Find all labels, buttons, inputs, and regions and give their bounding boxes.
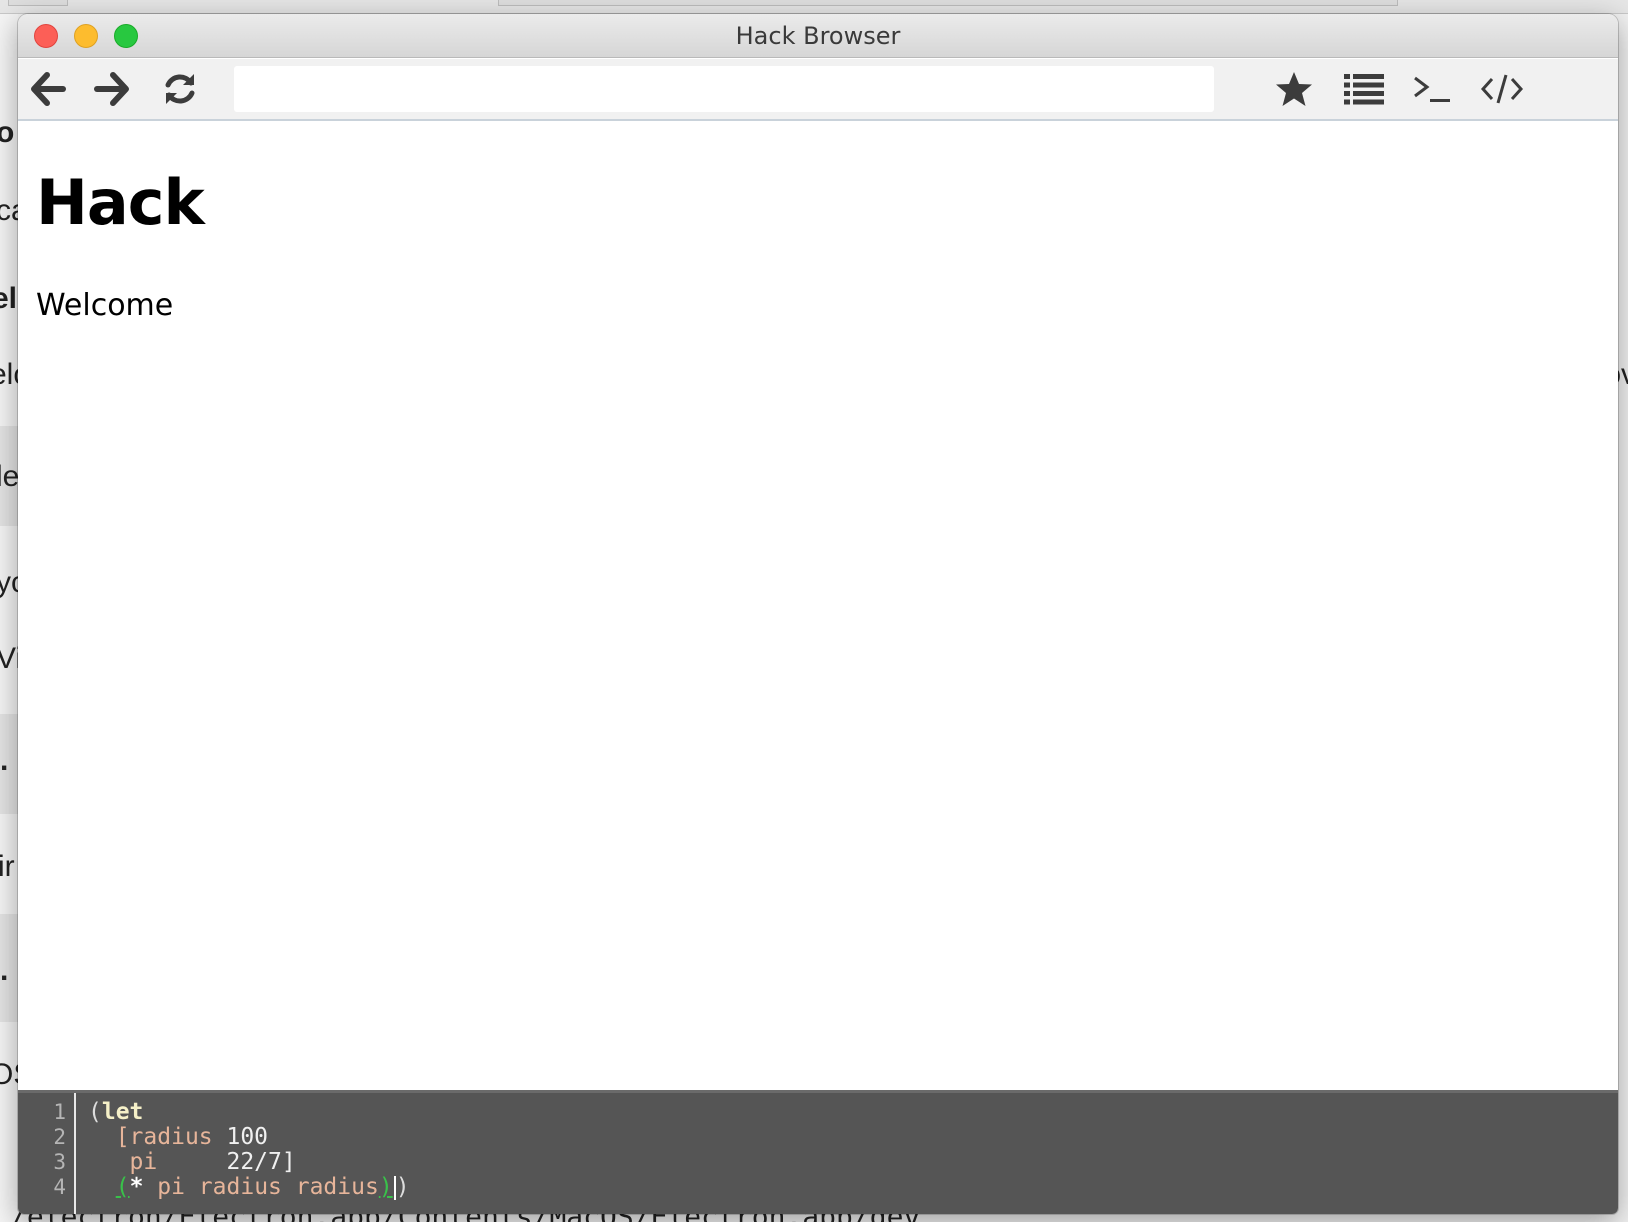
browser-window: Hack Browser Hack Welcome 1 2 3 4 (let [… xyxy=(18,14,1618,1214)
code-token: ( xyxy=(88,1099,102,1125)
list-icon xyxy=(1344,73,1384,105)
line-number-gutter: 1 2 3 4 xyxy=(18,1093,76,1214)
star-icon xyxy=(1274,70,1314,108)
code-token: 22/7] xyxy=(157,1149,296,1175)
line-number: 3 xyxy=(53,1150,66,1174)
code-token: * xyxy=(129,1174,144,1200)
code-line[interactable]: (let xyxy=(88,1099,143,1125)
background-text-fragment: el xyxy=(0,282,18,315)
code-keyword: let xyxy=(101,1099,144,1125)
line-number: 1 xyxy=(53,1100,66,1124)
address-bar[interactable] xyxy=(234,66,1214,112)
devtools-button[interactable] xyxy=(1474,59,1530,119)
code-token: [radius xyxy=(115,1124,213,1150)
background-topbar xyxy=(0,0,1628,14)
code-token: ) xyxy=(395,1174,410,1200)
refresh-icon xyxy=(162,71,198,107)
web-content: Hack Welcome xyxy=(18,122,1618,1090)
background-text-fragment: . xyxy=(0,744,9,777)
code-line[interactable]: pi 22/7] xyxy=(88,1149,296,1175)
code-line[interactable]: (* pi radius radius)) xyxy=(88,1174,410,1200)
arrow-right-icon xyxy=(94,72,130,106)
page-heading: Hack xyxy=(36,166,205,239)
forward-button[interactable] xyxy=(84,59,140,119)
code-paren-match: ) xyxy=(378,1174,393,1200)
reload-button[interactable] xyxy=(152,59,208,119)
line-number: 2 xyxy=(53,1125,66,1149)
background-text-fragment: le xyxy=(0,460,20,493)
code-token: pi radius radius xyxy=(143,1174,379,1200)
code-editor[interactable]: 1 2 3 4 (let [radius 100 pi 22/7] (* pi … xyxy=(18,1090,1618,1214)
background-tab xyxy=(8,0,68,6)
background-text-fragment: ir xyxy=(0,850,15,883)
list-button[interactable] xyxy=(1336,59,1392,119)
page-paragraph: Welcome xyxy=(36,288,174,323)
code-paren-match: ( xyxy=(115,1174,130,1200)
bookmark-button[interactable] xyxy=(1266,59,1322,119)
window-title: Hack Browser xyxy=(735,22,901,50)
code-line[interactable]: [radius 100 xyxy=(88,1124,268,1150)
code-token: pi xyxy=(129,1149,158,1175)
terminal-icon xyxy=(1412,73,1452,105)
background-text-fragment: . xyxy=(0,954,9,987)
background-text-fragment: o xyxy=(0,116,15,149)
code-icon xyxy=(1480,72,1524,106)
back-button[interactable] xyxy=(20,59,76,119)
browser-toolbar xyxy=(18,59,1618,121)
arrow-left-icon xyxy=(30,72,66,106)
title-bar[interactable]: Hack Browser xyxy=(18,14,1618,58)
background-tab xyxy=(498,0,1398,6)
terminal-button[interactable] xyxy=(1404,59,1460,119)
code-token: 100 xyxy=(212,1124,269,1150)
line-number: 4 xyxy=(53,1175,66,1199)
